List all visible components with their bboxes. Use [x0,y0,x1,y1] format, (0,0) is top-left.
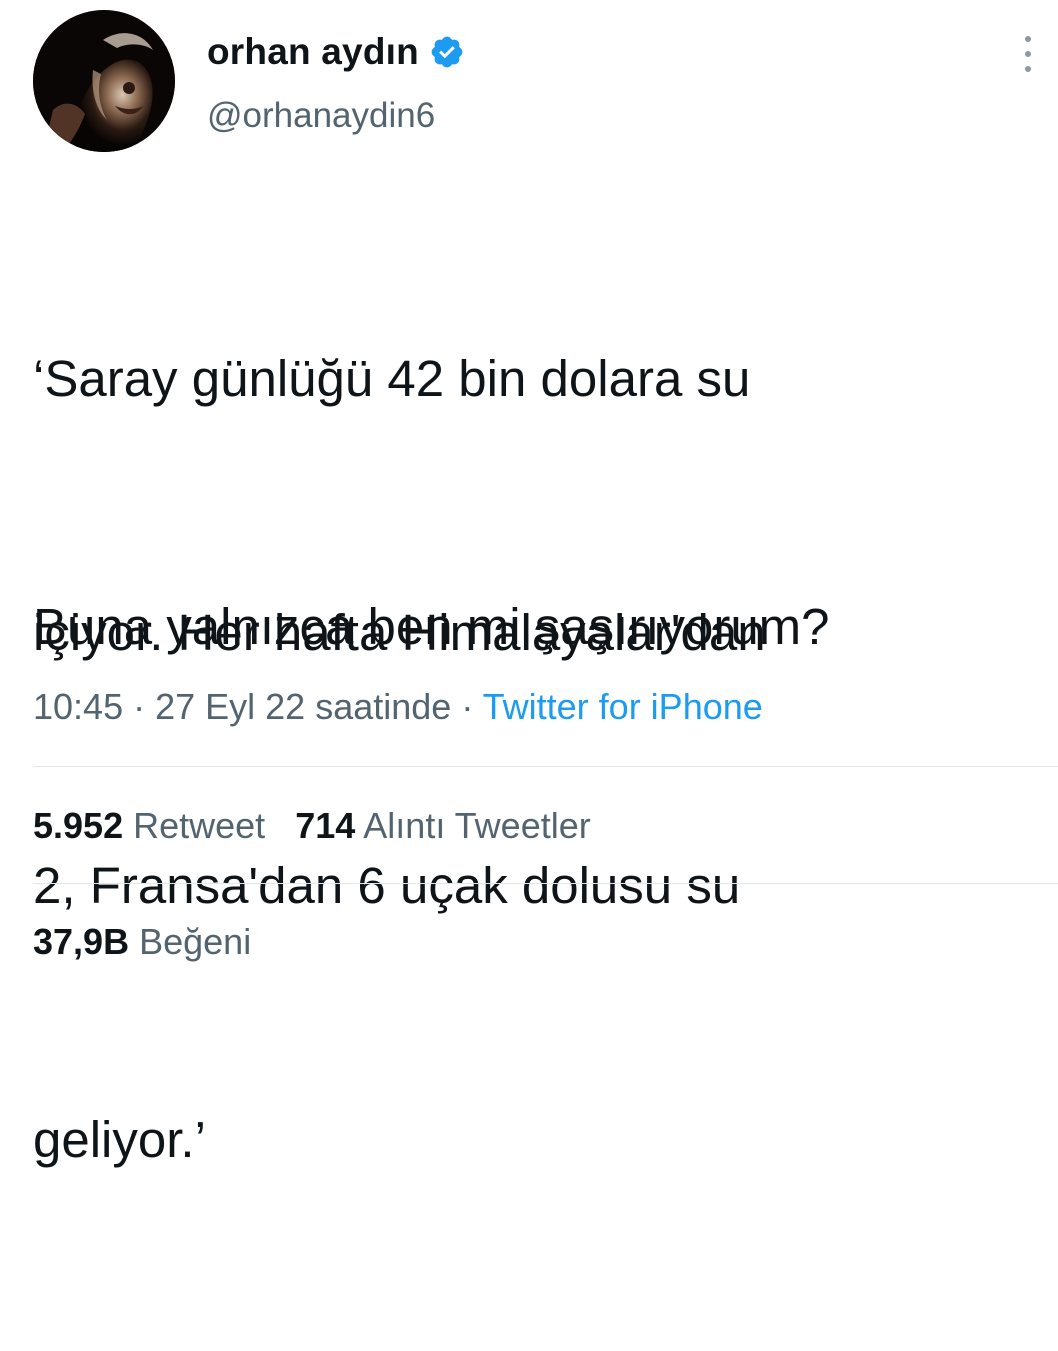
more-dot [1025,36,1031,42]
likes-stat[interactable]: 37,9B Beğeni [33,917,251,967]
tweet-text-line: 2, Fransa'dan 6 uçak dolusu su [33,857,741,914]
quotes-stat[interactable]: 714 Alıntı Tweetler [295,805,591,846]
engagement-stats: 5.952 Retweet 714 Alıntı Tweetler [33,801,591,851]
user-handle[interactable]: @orhanaydin6 [207,96,435,136]
meta-separator: · [123,686,156,727]
avatar[interactable] [33,10,175,152]
meta-separator: · [451,686,483,727]
divider [33,766,1058,767]
likes-label: Beğeni [139,921,252,962]
avatar-photo-icon [33,10,175,152]
tweet-time[interactable]: 10:45 [33,686,123,727]
tweet-text: ‘Saray günlüğü 42 bin dolara su içiyor. … [33,168,1043,1351]
name-row: orhan aydın [207,28,465,76]
more-dot [1025,51,1031,57]
tweet-card: orhan aydın @orhanaydin6 ‘Saray günlüğü … [0,0,1058,1168]
verified-badge-icon [429,34,465,70]
tweet-text-line: geliyor.’ [33,1110,206,1168]
tweet-meta: 10:45 · 27 Eyl 22 saatinde · Twitter for… [33,682,763,732]
display-name[interactable]: orhan aydın [207,31,419,73]
more-options-icon[interactable] [1018,36,1038,72]
tweet-source-link[interactable]: Twitter for iPhone [483,686,763,727]
tweet-text-line: ‘Saray günlüğü 42 bin dolara su [33,350,751,407]
divider [33,883,1058,884]
retweets-label: Retweet [133,805,266,846]
tweet-question: Buna yalnızca ben mi şaşırıyorum? [33,598,830,655]
quotes-count: 714 [295,805,356,846]
retweets-count: 5.952 [33,805,124,846]
retweets-stat[interactable]: 5.952 Retweet [33,805,265,846]
more-dot [1025,66,1031,72]
likes-count: 37,9B [33,921,130,962]
tweet-date[interactable]: 27 Eyl 22 saatinde [155,686,451,727]
quotes-label: Alıntı Tweetler [363,805,591,846]
